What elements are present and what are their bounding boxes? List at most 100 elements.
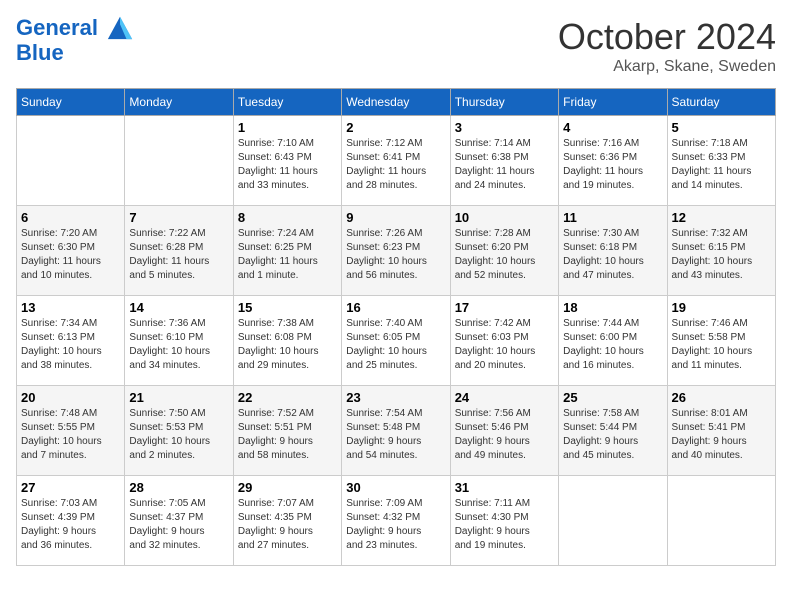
day-info: Sunrise: 7:32 AM Sunset: 6:15 PM Dayligh… <box>672 227 771 283</box>
calendar-day-cell: 15Sunrise: 7:38 AM Sunset: 6:08 PM Dayli… <box>233 296 341 386</box>
logo-line2: Blue <box>16 40 64 65</box>
calendar-day-cell: 22 Sunrise: 7:52 AM Sunset: 5:51 PM Dayli… <box>233 386 341 476</box>
day-number: 1 <box>238 120 337 135</box>
weekday-header-cell: Wednesday <box>342 89 450 116</box>
weekday-header-cell: Sunday <box>17 89 125 116</box>
day-info: Sunrise: 7:28 AM Sunset: 6:20 PM Dayligh… <box>455 227 554 283</box>
calendar-day-cell: 26 Sunrise: 8:01 AM Sunset: 5:41 PM Dayli… <box>667 386 775 476</box>
day-number: 31 <box>455 480 554 495</box>
calendar-day-cell: 7Sunrise: 7:22 AM Sunset: 6:28 PM Daylig… <box>125 206 233 296</box>
weekday-header-cell: Friday <box>559 89 667 116</box>
calendar-day-cell: 25 Sunrise: 7:58 AM Sunset: 5:44 PM Dayli… <box>559 386 667 476</box>
logo-line1: General <box>16 15 98 40</box>
day-info: Sunrise: 7:30 AM Sunset: 6:18 PM Dayligh… <box>563 227 662 283</box>
calendar-week-row: 6 Sunrise: 7:20 AM Sunset: 6:30 PM Daylig… <box>17 206 776 296</box>
calendar-day-cell: 20 Sunrise: 7:48 AM Sunset: 5:55 PM Dayli… <box>17 386 125 476</box>
day-number: 16 <box>346 300 445 315</box>
calendar-day-cell: 30Sunrise: 7:09 AM Sunset: 4:32 PM Dayli… <box>342 476 450 566</box>
day-info: Sunrise: 7:44 AM Sunset: 6:00 PM Dayligh… <box>563 317 662 373</box>
day-info: Sunrise: 7:12 AM Sunset: 6:41 PM Dayligh… <box>346 137 445 193</box>
day-number: 6 <box>21 210 120 225</box>
calendar-day-cell: 3 Sunrise: 7:14 AM Sunset: 6:38 PM Daylig… <box>450 116 558 206</box>
day-info: Sunrise: 7:16 AM Sunset: 6:36 PM Dayligh… <box>563 137 662 193</box>
calendar-day-cell: 13Sunrise: 7:34 AM Sunset: 6:13 PM Dayli… <box>17 296 125 386</box>
day-number: 26 <box>672 390 771 405</box>
day-number: 8 <box>238 210 337 225</box>
day-number: 9 <box>346 210 445 225</box>
calendar-day-cell <box>667 476 775 566</box>
day-info: Sunrise: 7:52 AM Sunset: 5:51 PM Dayligh… <box>238 407 337 463</box>
day-info: Sunrise: 7:03 AM Sunset: 4:39 PM Dayligh… <box>21 497 120 553</box>
day-number: 14 <box>129 300 228 315</box>
day-info: Sunrise: 7:58 AM Sunset: 5:44 PM Dayligh… <box>563 407 662 463</box>
day-info: Sunrise: 7:14 AM Sunset: 6:38 PM Dayligh… <box>455 137 554 193</box>
calendar-table: SundayMondayTuesdayWednesdayThursdayFrid… <box>16 88 776 566</box>
day-info: Sunrise: 7:10 AM Sunset: 6:43 PM Dayligh… <box>238 137 337 193</box>
day-info: Sunrise: 7:34 AM Sunset: 6:13 PM Dayligh… <box>21 317 120 373</box>
day-info: Sunrise: 7:26 AM Sunset: 6:23 PM Dayligh… <box>346 227 445 283</box>
calendar-day-cell: 8 Sunrise: 7:24 AM Sunset: 6:25 PM Daylig… <box>233 206 341 296</box>
day-info: Sunrise: 7:48 AM Sunset: 5:55 PM Dayligh… <box>21 407 120 463</box>
day-number: 3 <box>455 120 554 135</box>
day-number: 21 <box>129 390 228 405</box>
calendar-subtitle: Akarp, Skane, Sweden <box>558 58 776 76</box>
day-number: 19 <box>672 300 771 315</box>
logo: General Blue <box>16 16 134 65</box>
day-number: 18 <box>563 300 662 315</box>
weekday-header-row: SundayMondayTuesdayWednesdayThursdayFrid… <box>17 89 776 116</box>
calendar-day-cell: 24 Sunrise: 7:56 AM Sunset: 5:46 PM Dayli… <box>450 386 558 476</box>
day-number: 27 <box>21 480 120 495</box>
day-number: 5 <box>672 120 771 135</box>
day-number: 25 <box>563 390 662 405</box>
day-info: Sunrise: 7:40 AM Sunset: 6:05 PM Dayligh… <box>346 317 445 373</box>
title-block: October 2024 Akarp, Skane, Sweden <box>558 16 776 76</box>
calendar-day-cell: 16 Sunrise: 7:40 AM Sunset: 6:05 PM Dayli… <box>342 296 450 386</box>
weekday-header-cell: Thursday <box>450 89 558 116</box>
calendar-day-cell: 21 Sunrise: 7:50 AM Sunset: 5:53 PM Dayli… <box>125 386 233 476</box>
day-number: 24 <box>455 390 554 405</box>
calendar-day-cell: 23Sunrise: 7:54 AM Sunset: 5:48 PM Dayli… <box>342 386 450 476</box>
calendar-body: 1 Sunrise: 7:10 AM Sunset: 6:43 PM Daylig… <box>17 116 776 566</box>
day-info: Sunrise: 7:20 AM Sunset: 6:30 PM Dayligh… <box>21 227 120 283</box>
day-info: Sunrise: 7:11 AM Sunset: 4:30 PM Dayligh… <box>455 497 554 553</box>
calendar-week-row: 20 Sunrise: 7:48 AM Sunset: 5:55 PM Dayli… <box>17 386 776 476</box>
calendar-title: October 2024 <box>558 16 776 58</box>
day-info: Sunrise: 7:22 AM Sunset: 6:28 PM Dayligh… <box>129 227 228 283</box>
day-info: Sunrise: 7:07 AM Sunset: 4:35 PM Dayligh… <box>238 497 337 553</box>
day-info: Sunrise: 7:05 AM Sunset: 4:37 PM Dayligh… <box>129 497 228 553</box>
weekday-header-cell: Monday <box>125 89 233 116</box>
day-number: 22 <box>238 390 337 405</box>
day-number: 28 <box>129 480 228 495</box>
calendar-day-cell: 17Sunrise: 7:42 AM Sunset: 6:03 PM Dayli… <box>450 296 558 386</box>
page-header: General Blue October 2024 Akarp, Skane, … <box>16 16 776 76</box>
calendar-day-cell: 10Sunrise: 7:28 AM Sunset: 6:20 PM Dayli… <box>450 206 558 296</box>
day-info: Sunrise: 7:36 AM Sunset: 6:10 PM Dayligh… <box>129 317 228 373</box>
day-info: Sunrise: 7:56 AM Sunset: 5:46 PM Dayligh… <box>455 407 554 463</box>
day-info: Sunrise: 7:09 AM Sunset: 4:32 PM Dayligh… <box>346 497 445 553</box>
day-number: 15 <box>238 300 337 315</box>
calendar-day-cell: 5 Sunrise: 7:18 AM Sunset: 6:33 PM Daylig… <box>667 116 775 206</box>
calendar-day-cell: 28 Sunrise: 7:05 AM Sunset: 4:37 PM Dayli… <box>125 476 233 566</box>
weekday-header-cell: Tuesday <box>233 89 341 116</box>
day-info: Sunrise: 7:46 AM Sunset: 5:58 PM Dayligh… <box>672 317 771 373</box>
calendar-day-cell: 14 Sunrise: 7:36 AM Sunset: 6:10 PM Dayli… <box>125 296 233 386</box>
calendar-day-cell: 4 Sunrise: 7:16 AM Sunset: 6:36 PM Daylig… <box>559 116 667 206</box>
day-number: 20 <box>21 390 120 405</box>
calendar-day-cell: 27 Sunrise: 7:03 AM Sunset: 4:39 PM Dayli… <box>17 476 125 566</box>
day-number: 29 <box>238 480 337 495</box>
calendar-day-cell: 6 Sunrise: 7:20 AM Sunset: 6:30 PM Daylig… <box>17 206 125 296</box>
calendar-day-cell: 11Sunrise: 7:30 AM Sunset: 6:18 PM Dayli… <box>559 206 667 296</box>
calendar-day-cell: 1 Sunrise: 7:10 AM Sunset: 6:43 PM Daylig… <box>233 116 341 206</box>
day-info: Sunrise: 7:18 AM Sunset: 6:33 PM Dayligh… <box>672 137 771 193</box>
day-info: Sunrise: 8:01 AM Sunset: 5:41 PM Dayligh… <box>672 407 771 463</box>
calendar-day-cell <box>559 476 667 566</box>
day-number: 4 <box>563 120 662 135</box>
calendar-day-cell <box>17 116 125 206</box>
calendar-day-cell: 18 Sunrise: 7:44 AM Sunset: 6:00 PM Dayli… <box>559 296 667 386</box>
day-info: Sunrise: 7:24 AM Sunset: 6:25 PM Dayligh… <box>238 227 337 283</box>
calendar-day-cell: 19 Sunrise: 7:46 AM Sunset: 5:58 PM Dayli… <box>667 296 775 386</box>
calendar-day-cell <box>125 116 233 206</box>
day-number: 2 <box>346 120 445 135</box>
day-info: Sunrise: 7:42 AM Sunset: 6:03 PM Dayligh… <box>455 317 554 373</box>
day-info: Sunrise: 7:50 AM Sunset: 5:53 PM Dayligh… <box>129 407 228 463</box>
